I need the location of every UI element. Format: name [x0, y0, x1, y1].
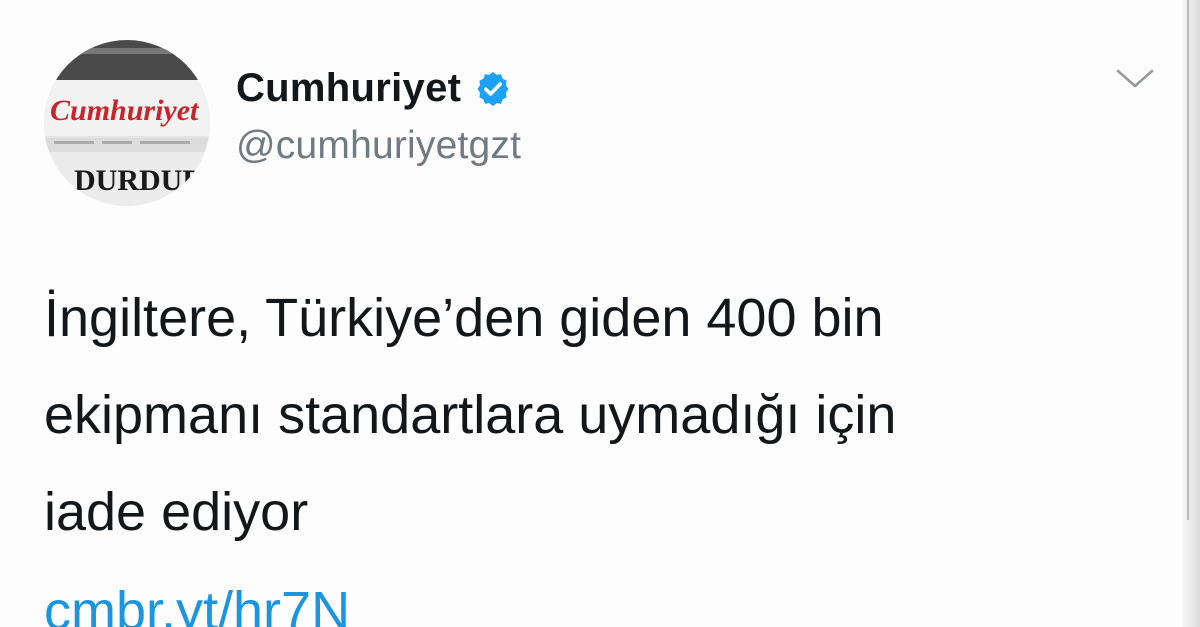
newspaper-avatar-image: Cumhuriyet DURDUR — [44, 40, 210, 206]
scrollbar-thumb[interactable] — [1187, 0, 1189, 520]
tweet-card: Cumhuriyet DURDUR Cumhuriyet @cumhuriyet… — [0, 0, 1200, 627]
tweet-text-line: İngiltere, Türkiye’den giden 400 bin — [44, 288, 884, 348]
avatar-logo-text: Cumhuriyet — [50, 94, 200, 127]
verified-badge-icon — [475, 71, 511, 107]
author-name-row: Cumhuriyet — [236, 66, 511, 111]
avatar[interactable]: Cumhuriyet DURDUR — [44, 40, 210, 206]
avatar-headline-text: DURDUR — [74, 164, 204, 197]
tweet-text-line: ekipmanı standartlara uymadığı için — [44, 385, 897, 445]
chevron-down-icon[interactable] — [1112, 62, 1158, 96]
tweet-text-line: iade ediyor — [44, 482, 309, 542]
scrollbar-edge — [1182, 0, 1200, 627]
author-handle[interactable]: @cumhuriyetgzt — [236, 124, 521, 168]
tweet-link[interactable]: cmbr.yt/hr7N — [44, 580, 350, 627]
author-display-name[interactable]: Cumhuriyet — [236, 66, 461, 111]
tweet-text: İngiltere, Türkiye’den giden 400 bin eki… — [44, 270, 1144, 561]
